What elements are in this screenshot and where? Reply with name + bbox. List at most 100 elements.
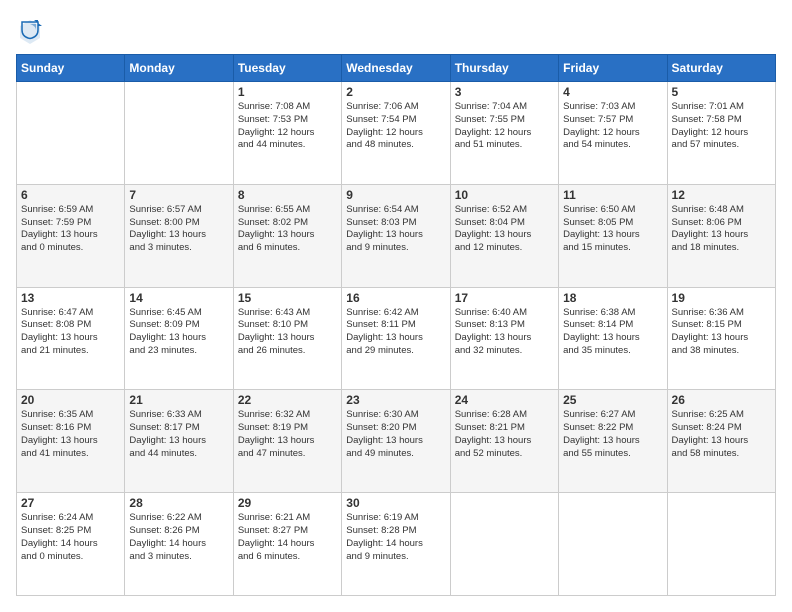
day-number: 25 <box>563 393 662 407</box>
day-info: Sunrise: 6:59 AM Sunset: 7:59 PM Dayligh… <box>21 204 120 255</box>
day-info: Sunrise: 6:30 AM Sunset: 8:20 PM Dayligh… <box>346 409 445 460</box>
calendar-cell: 26 Sunrise: 6:25 AM Sunset: 8:24 PM Dayli… <box>667 390 775 493</box>
day-info: Sunrise: 7:01 AM Sunset: 7:58 PM Dayligh… <box>672 101 771 152</box>
day-number: 15 <box>238 291 337 305</box>
page: SundayMondayTuesdayWednesdayThursdayFrid… <box>0 0 792 612</box>
calendar-table: SundayMondayTuesdayWednesdayThursdayFrid… <box>16 54 776 596</box>
calendar-cell: 24 Sunrise: 6:28 AM Sunset: 8:21 PM Dayli… <box>450 390 558 493</box>
calendar-cell: 19 Sunrise: 6:36 AM Sunset: 8:15 PM Dayli… <box>667 287 775 390</box>
day-info: Sunrise: 6:22 AM Sunset: 8:26 PM Dayligh… <box>129 512 228 563</box>
day-number: 29 <box>238 496 337 510</box>
calendar-cell: 11 Sunrise: 6:50 AM Sunset: 8:05 PM Dayli… <box>559 184 667 287</box>
day-number: 13 <box>21 291 120 305</box>
day-info: Sunrise: 6:52 AM Sunset: 8:04 PM Dayligh… <box>455 204 554 255</box>
calendar-cell: 27 Sunrise: 6:24 AM Sunset: 8:25 PM Dayli… <box>17 493 125 596</box>
day-number: 22 <box>238 393 337 407</box>
day-number: 20 <box>21 393 120 407</box>
calendar-week-row: 1Sunrise: 7:08 AM Sunset: 7:53 PM Daylig… <box>17 82 776 185</box>
logo-icon <box>16 16 44 44</box>
day-info: Sunrise: 7:06 AM Sunset: 7:54 PM Dayligh… <box>346 101 445 152</box>
day-info: Sunrise: 6:19 AM Sunset: 8:28 PM Dayligh… <box>346 512 445 563</box>
weekday-header: Monday <box>125 55 233 82</box>
day-info: Sunrise: 6:27 AM Sunset: 8:22 PM Dayligh… <box>563 409 662 460</box>
day-number: 8 <box>238 188 337 202</box>
calendar-cell: 15 Sunrise: 6:43 AM Sunset: 8:10 PM Dayli… <box>233 287 341 390</box>
calendar-cell: 21 Sunrise: 6:33 AM Sunset: 8:17 PM Dayli… <box>125 390 233 493</box>
calendar-cell: 13 Sunrise: 6:47 AM Sunset: 8:08 PM Dayli… <box>17 287 125 390</box>
day-number: 27 <box>21 496 120 510</box>
day-info: Sunrise: 6:35 AM Sunset: 8:16 PM Dayligh… <box>21 409 120 460</box>
calendar-week-row: 27 Sunrise: 6:24 AM Sunset: 8:25 PM Dayli… <box>17 493 776 596</box>
day-info: Sunrise: 7:04 AM Sunset: 7:55 PM Dayligh… <box>455 101 554 152</box>
day-number: 6 <box>21 188 120 202</box>
calendar-cell: 2 Sunrise: 7:06 AM Sunset: 7:54 PM Daylig… <box>342 82 450 185</box>
calendar-cell: 4 Sunrise: 7:03 AM Sunset: 7:57 PM Daylig… <box>559 82 667 185</box>
day-info: Sunrise: 6:45 AM Sunset: 8:09 PM Dayligh… <box>129 307 228 358</box>
day-info: Sunrise: 6:24 AM Sunset: 8:25 PM Dayligh… <box>21 512 120 563</box>
calendar-cell: 12 Sunrise: 6:48 AM Sunset: 8:06 PM Dayli… <box>667 184 775 287</box>
day-number: 26 <box>672 393 771 407</box>
calendar-cell: 29Sunrise: 6:21 AM Sunset: 8:27 PM Dayli… <box>233 493 341 596</box>
day-number: 14 <box>129 291 228 305</box>
day-info: Sunrise: 6:28 AM Sunset: 8:21 PM Dayligh… <box>455 409 554 460</box>
day-info: Sunrise: 6:33 AM Sunset: 8:17 PM Dayligh… <box>129 409 228 460</box>
day-number: 10 <box>455 188 554 202</box>
day-info: Sunrise: 6:42 AM Sunset: 8:11 PM Dayligh… <box>346 307 445 358</box>
calendar-week-row: 13 Sunrise: 6:47 AM Sunset: 8:08 PM Dayli… <box>17 287 776 390</box>
day-number: 19 <box>672 291 771 305</box>
weekday-header: Wednesday <box>342 55 450 82</box>
day-number: 4 <box>563 85 662 99</box>
weekday-header: Friday <box>559 55 667 82</box>
calendar-cell <box>667 493 775 596</box>
day-number: 1 <box>238 85 337 99</box>
day-number: 18 <box>563 291 662 305</box>
day-number: 21 <box>129 393 228 407</box>
logo <box>16 16 48 44</box>
day-number: 3 <box>455 85 554 99</box>
calendar-cell: 3 Sunrise: 7:04 AM Sunset: 7:55 PM Daylig… <box>450 82 558 185</box>
day-number: 2 <box>346 85 445 99</box>
calendar-cell: 23 Sunrise: 6:30 AM Sunset: 8:20 PM Dayli… <box>342 390 450 493</box>
day-number: 16 <box>346 291 445 305</box>
calendar-week-row: 20 Sunrise: 6:35 AM Sunset: 8:16 PM Dayli… <box>17 390 776 493</box>
calendar-cell: 6 Sunrise: 6:59 AM Sunset: 7:59 PM Daylig… <box>17 184 125 287</box>
calendar-cell: 30Sunrise: 6:19 AM Sunset: 8:28 PM Dayli… <box>342 493 450 596</box>
day-number: 9 <box>346 188 445 202</box>
day-info: Sunrise: 7:03 AM Sunset: 7:57 PM Dayligh… <box>563 101 662 152</box>
calendar-cell <box>17 82 125 185</box>
calendar-cell: 14 Sunrise: 6:45 AM Sunset: 8:09 PM Dayli… <box>125 287 233 390</box>
day-info: Sunrise: 6:43 AM Sunset: 8:10 PM Dayligh… <box>238 307 337 358</box>
day-info: Sunrise: 6:32 AM Sunset: 8:19 PM Dayligh… <box>238 409 337 460</box>
calendar-cell: 7Sunrise: 6:57 AM Sunset: 8:00 PM Daylig… <box>125 184 233 287</box>
calendar-cell: 10 Sunrise: 6:52 AM Sunset: 8:04 PM Dayli… <box>450 184 558 287</box>
day-number: 23 <box>346 393 445 407</box>
day-info: Sunrise: 6:48 AM Sunset: 8:06 PM Dayligh… <box>672 204 771 255</box>
calendar-cell <box>450 493 558 596</box>
header <box>16 16 776 44</box>
day-info: Sunrise: 6:50 AM Sunset: 8:05 PM Dayligh… <box>563 204 662 255</box>
day-info: Sunrise: 6:25 AM Sunset: 8:24 PM Dayligh… <box>672 409 771 460</box>
calendar-cell: 18Sunrise: 6:38 AM Sunset: 8:14 PM Dayli… <box>559 287 667 390</box>
calendar-cell: 20 Sunrise: 6:35 AM Sunset: 8:16 PM Dayli… <box>17 390 125 493</box>
calendar-cell <box>125 82 233 185</box>
day-info: Sunrise: 6:40 AM Sunset: 8:13 PM Dayligh… <box>455 307 554 358</box>
day-info: Sunrise: 6:36 AM Sunset: 8:15 PM Dayligh… <box>672 307 771 358</box>
weekday-header: Sunday <box>17 55 125 82</box>
calendar-cell: 16 Sunrise: 6:42 AM Sunset: 8:11 PM Dayli… <box>342 287 450 390</box>
weekday-header-row: SundayMondayTuesdayWednesdayThursdayFrid… <box>17 55 776 82</box>
calendar-cell: 1Sunrise: 7:08 AM Sunset: 7:53 PM Daylig… <box>233 82 341 185</box>
calendar-cell: 5 Sunrise: 7:01 AM Sunset: 7:58 PM Daylig… <box>667 82 775 185</box>
calendar-cell: 28Sunrise: 6:22 AM Sunset: 8:26 PM Dayli… <box>125 493 233 596</box>
calendar-cell: 22 Sunrise: 6:32 AM Sunset: 8:19 PM Dayli… <box>233 390 341 493</box>
calendar-cell: 8Sunrise: 6:55 AM Sunset: 8:02 PM Daylig… <box>233 184 341 287</box>
day-number: 24 <box>455 393 554 407</box>
day-number: 11 <box>563 188 662 202</box>
day-number: 7 <box>129 188 228 202</box>
calendar-cell: 9Sunrise: 6:54 AM Sunset: 8:03 PM Daylig… <box>342 184 450 287</box>
day-info: Sunrise: 6:47 AM Sunset: 8:08 PM Dayligh… <box>21 307 120 358</box>
day-number: 12 <box>672 188 771 202</box>
day-number: 5 <box>672 85 771 99</box>
calendar-week-row: 6 Sunrise: 6:59 AM Sunset: 7:59 PM Daylig… <box>17 184 776 287</box>
weekday-header: Saturday <box>667 55 775 82</box>
weekday-header: Thursday <box>450 55 558 82</box>
